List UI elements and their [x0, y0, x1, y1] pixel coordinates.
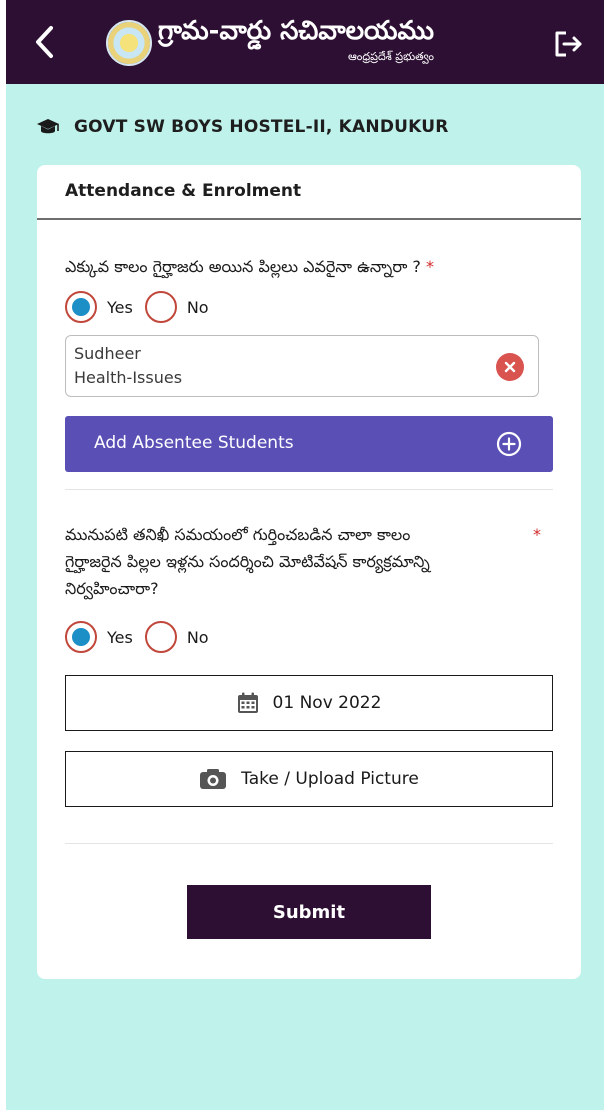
radio-option-yes[interactable]: Yes	[65, 291, 133, 323]
app-subtitle: ఆంధ్రప్రదేశ్ ప్రభుత్వం	[348, 50, 435, 63]
chevron-left-icon	[36, 26, 53, 58]
absentee-reason: Health-Issues	[74, 368, 183, 387]
radio-label: No	[186, 297, 209, 317]
logout-button[interactable]	[550, 26, 586, 62]
radio-group-motivation-visit: Yes No	[65, 620, 221, 654]
absentee-name: Sudheer	[74, 344, 141, 363]
close-icon	[504, 361, 516, 373]
radio-button[interactable]	[144, 621, 177, 653]
question-motivation-visit: మునుపటి తనిఖీ సమయంలో గుర్తించబడిన చాలా క…	[65, 521, 545, 602]
app-title: గ్రామ-వార్డు సచివాలయము	[158, 16, 434, 46]
absentee-entry: Sudheer Health-Issues	[65, 335, 539, 397]
radio-label: Yes	[107, 297, 133, 317]
radio-label: Yes	[107, 627, 133, 647]
section-divider	[65, 843, 553, 844]
submit-button[interactable]: Submit	[187, 885, 431, 939]
plus-circle-icon	[496, 431, 522, 457]
hostel-heading: GOVT SW BOYS HOSTEL-II, KANDUKUR	[36, 114, 449, 140]
required-mark: *	[533, 525, 541, 544]
question-text-line3: నిర్వహించారా?	[65, 579, 159, 598]
take-upload-picture-button[interactable]: Take / Upload Picture	[65, 751, 553, 807]
question-long-absentees: ఎక్కువ కాలం గైర్హాజరు అయిన పిల్లలు ఎవరైన…	[65, 253, 434, 280]
radio-selected-dot	[72, 298, 90, 316]
brand: గ్రామ-వార్డు సచివాలయము ఆంధ్రప్రదేశ్ ప్రభ…	[158, 14, 478, 70]
add-absentee-students-button[interactable]: Add Absentee Students	[65, 416, 553, 472]
radio-button[interactable]	[65, 621, 97, 653]
camera-icon	[200, 769, 227, 789]
radio-selected-dot	[72, 628, 90, 646]
remove-absentee-button[interactable]	[496, 353, 524, 381]
selected-date: 01 Nov 2022	[272, 693, 382, 713]
radio-group-long-absentees: Yes No	[65, 290, 221, 324]
required-mark: *	[426, 257, 434, 276]
radio-label: No	[186, 627, 209, 647]
graduation-cap-icon	[37, 119, 59, 134]
date-picker-button[interactable]: 01 Nov 2022	[65, 675, 553, 731]
radio-button[interactable]	[65, 291, 97, 323]
question-text-line2: గైర్హాజరైన పిల్లల ఇళ్లను సందర్శించి మోటి…	[65, 552, 430, 571]
upload-label: Take / Upload Picture	[241, 769, 419, 789]
attendance-card: Attendance & Enrolment ఎక్కువ కాలం గైర్హ…	[37, 165, 581, 979]
app-header: గ్రామ-వార్డు సచివాలయము ఆంధ్రప్రదేశ్ ప్రభ…	[6, 0, 604, 84]
section-divider	[65, 489, 553, 490]
radio-option-no[interactable]: No	[144, 621, 209, 653]
question-text-line1: మునుపటి తనిఖీ సమయంలో గుర్తించబడిన చాలా క…	[65, 525, 411, 544]
app-screen: గ్రామ-వార్డు సచివాలయము ఆంధ్రప్రదేశ్ ప్రభ…	[6, 0, 604, 1110]
radio-button[interactable]	[144, 291, 177, 323]
radio-option-yes[interactable]: Yes	[65, 621, 133, 653]
submit-label: Submit	[272, 901, 346, 923]
question-line: మునుపటి తనిఖీ సమయంలో గుర్తించబడిన చాలా క…	[65, 521, 545, 548]
back-button[interactable]	[26, 24, 62, 60]
card-title-divider	[37, 218, 581, 220]
calendar-icon	[237, 692, 258, 713]
card-title: Attendance & Enrolment	[65, 181, 302, 201]
logout-icon	[555, 31, 582, 57]
question-text: ఎక్కువ కాలం గైర్హాజరు అయిన పిల్లలు ఎవరైన…	[65, 257, 421, 276]
hostel-name: GOVT SW BOYS HOSTEL-II, KANDUKUR	[74, 117, 449, 137]
ap-government-emblem	[106, 20, 152, 66]
radio-option-no[interactable]: No	[144, 291, 209, 323]
add-absentee-label: Add Absentee Students	[94, 433, 294, 453]
